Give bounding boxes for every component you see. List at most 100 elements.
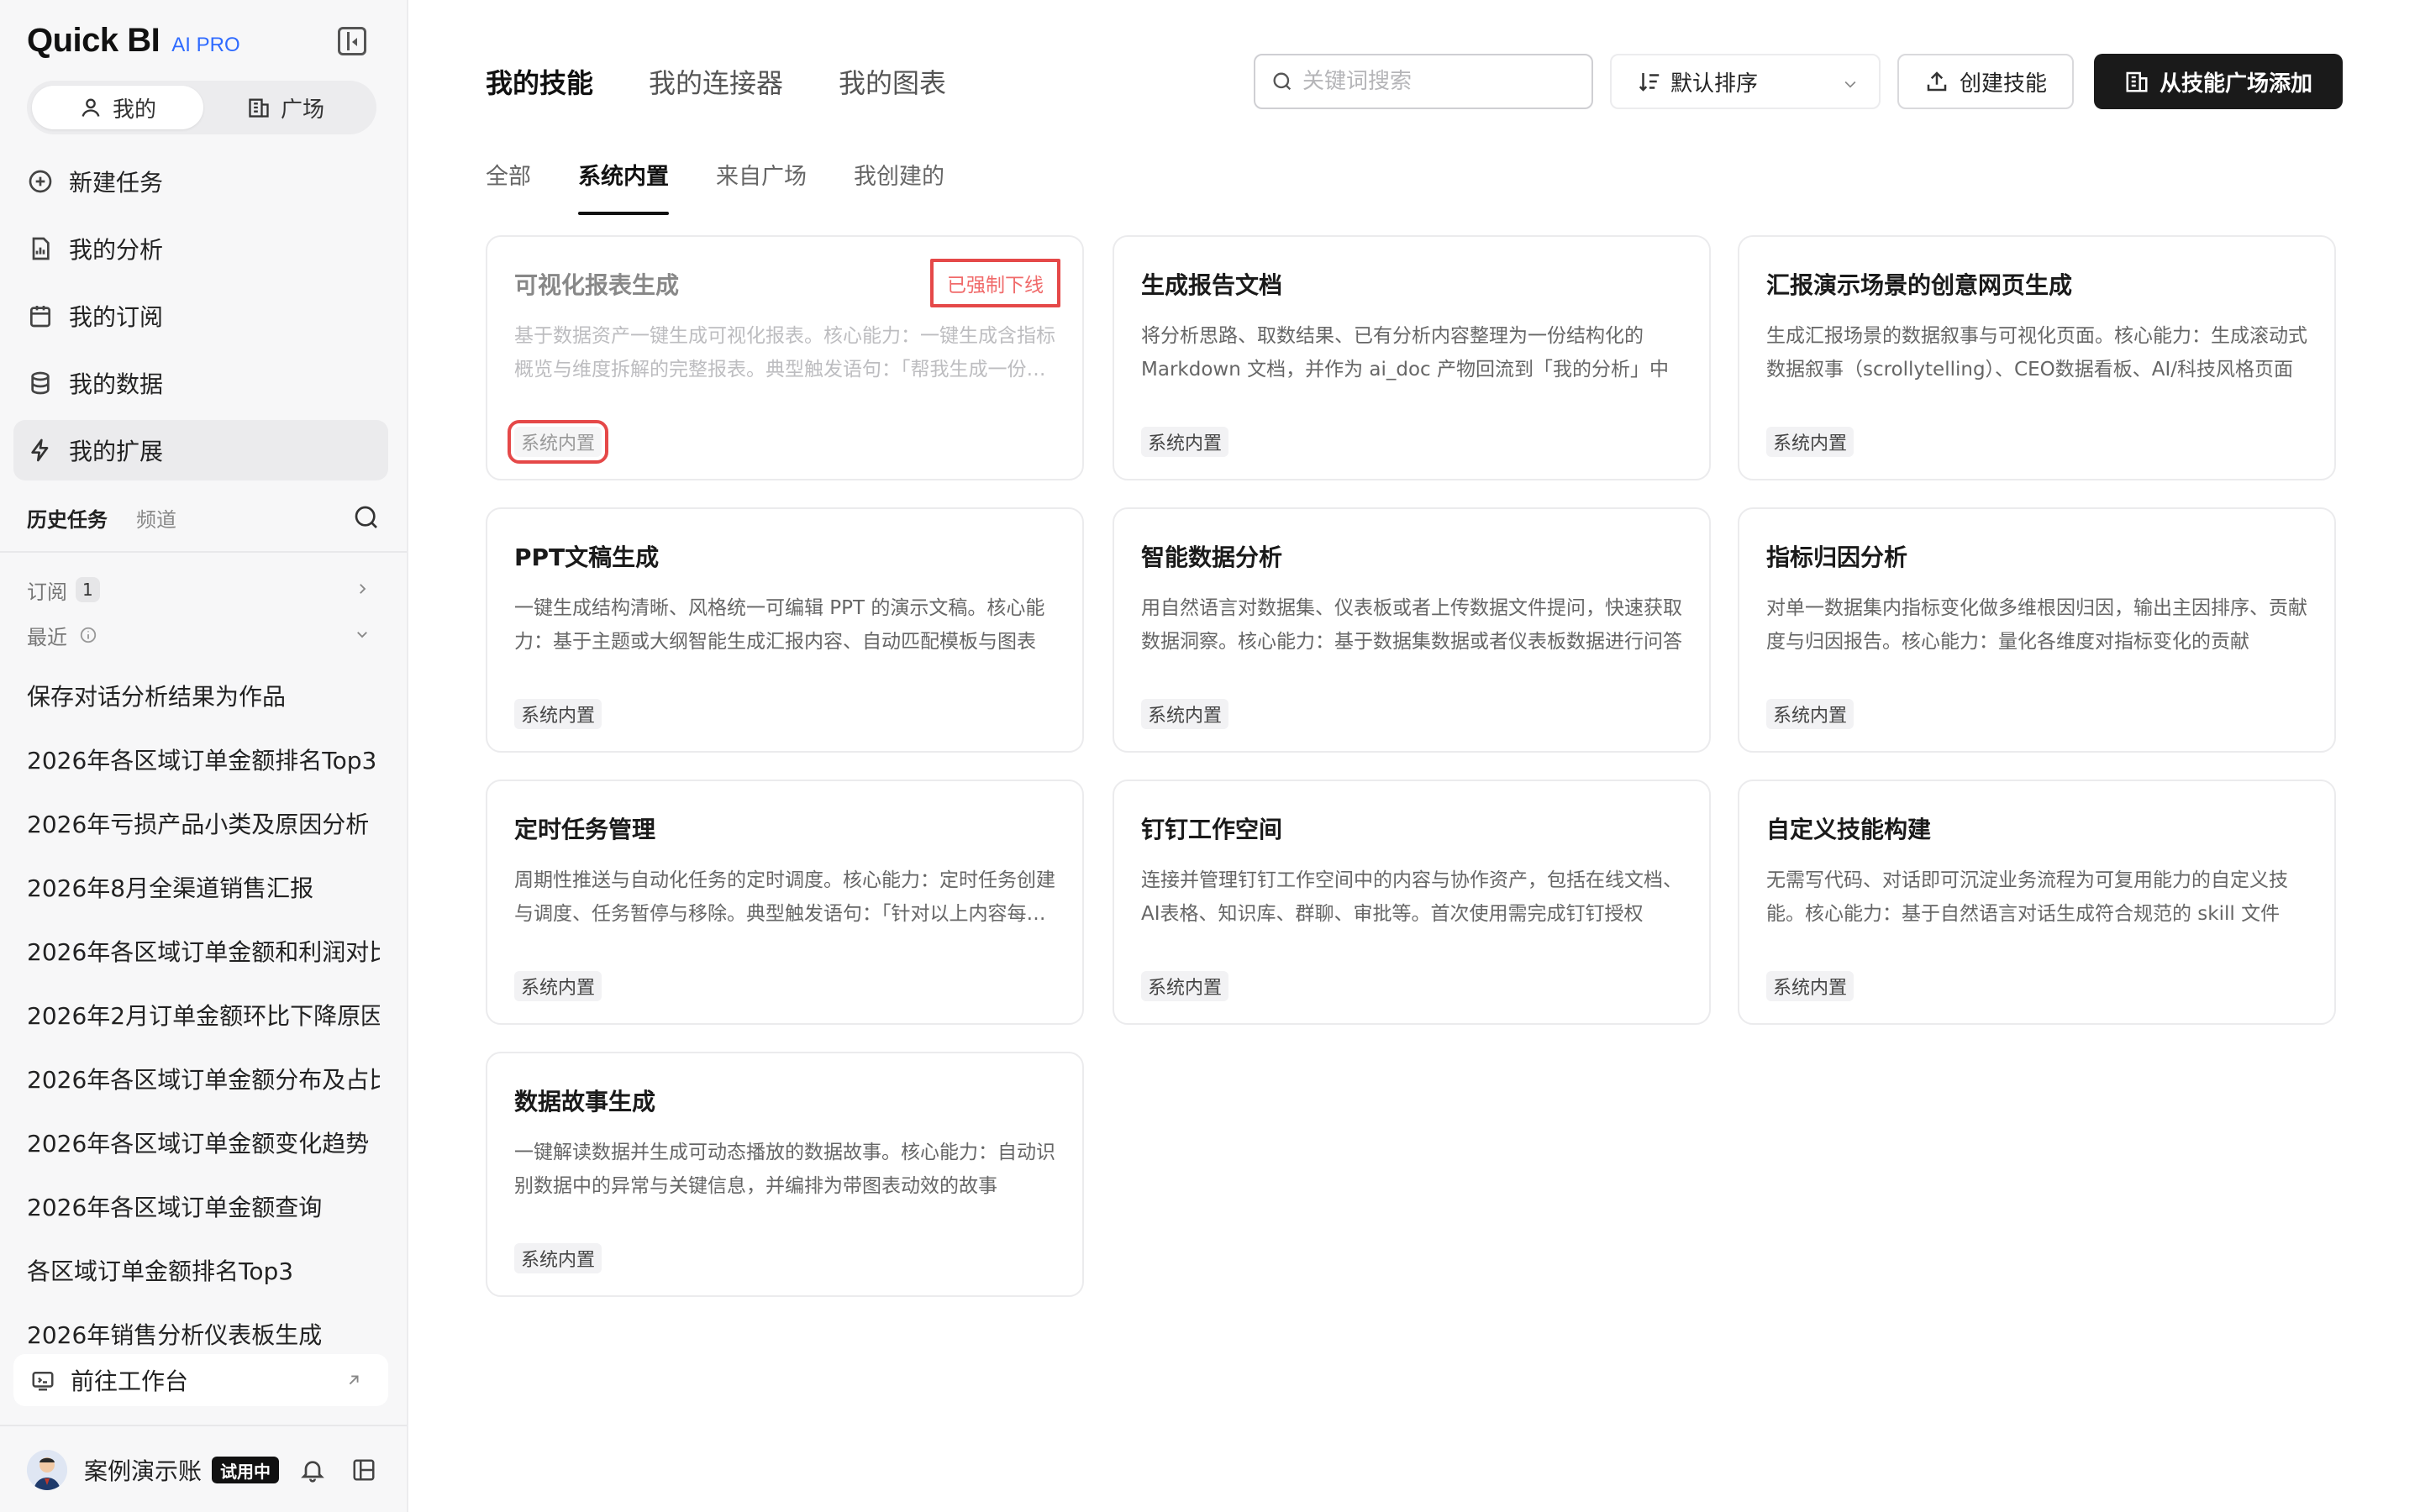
skill-card-tag: 系统内置 [514,1243,602,1273]
skill-card-description: 一键解读数据并生成可动态播放的数据故事。核心能力：自动识别数据中的异常与关键信息… [514,1142,1055,1197]
user-name[interactable]: 案例演示账号 [84,1453,202,1487]
tab-all[interactable]: 全部 [486,158,531,215]
list-item[interactable]: 2026年各区域订单金额和利润对比分析 [27,919,380,983]
skill-card-tag: 系统内置 [1141,427,1229,457]
skill-card[interactable]: 钉钉工作空间 连接并管理钉钉工作空间中的内容与协作资产，包括在线文档、AI表格、… [1113,780,1711,1025]
skill-card-description: 一键生成结构清晰、风格统一可编辑 PPT 的演示文稿。核心能力：基于主题或大纲智… [514,597,1045,653]
sidebar-item-new-task[interactable]: 新建任务 [13,151,388,212]
segment-square[interactable]: 广场 [200,86,371,129]
top-tabs: 我的技能 我的连接器 我的图表 [486,62,1002,101]
skill-card[interactable]: 定时任务管理 周期性推送与自动化任务的定时调度。核心能力：定时任务创建与调度、任… [486,780,1084,1025]
status-badge: 已强制下线 [930,259,1060,307]
recent-group[interactable]: 最近 [27,618,380,652]
brand-name: Quick BI [27,22,160,59]
search-input[interactable] [1302,69,1571,94]
skill-card-title: 定时任务管理 [514,816,656,843]
tab-system-builtin[interactable]: 系统内置 [578,158,669,215]
skill-card[interactable]: 生成报告文档 将分析思路、取数结果、已有分析内容整理为一份结构化的 Markdo… [1113,235,1711,480]
skill-card-title: 自定义技能构建 [1766,816,1932,843]
divider [0,1425,407,1426]
skill-card-tag: 系统内置 [1766,971,1854,1001]
list-item[interactable]: 2026年2月订单金额环比下降原因分析 [27,983,380,1047]
segment-square-label: 广场 [280,97,324,123]
tab-my-skills[interactable]: 我的技能 [486,62,593,101]
sort-select[interactable]: 默认排序 [1610,54,1881,109]
list-item[interactable]: 2026年8月全渠道销售汇报 [27,855,380,919]
search-icon [1273,72,1292,91]
report-icon [32,237,50,260]
subscription-label: 订阅 [27,580,67,604]
skill-card-title: 生成报告文档 [1141,271,1283,299]
divider [0,551,407,553]
goto-workbench-button[interactable]: 前往工作台 [13,1354,388,1406]
search-icon[interactable] [353,504,380,531]
bell-icon[interactable] [299,1457,326,1483]
skill-card[interactable]: 指标归因分析 对单一数据集内指标变化做多维根因归因，输出主因排序、贡献度与归因报… [1738,507,2336,753]
list-item[interactable]: 保存对话分析结果为作品 [27,664,380,727]
list-item[interactable]: 2026年各区域订单金额查询 [27,1174,380,1238]
skill-card[interactable]: PPT文稿生成 一键生成结构清晰、风格统一可编辑 PPT 的演示文稿。核心能力：… [486,507,1084,753]
plus-circle-icon [29,170,52,193]
subscription-count-badge: 1 [76,577,100,602]
subscription-group[interactable]: 订阅 1 [27,573,380,606]
tab-history-tasks[interactable]: 历史任务 [27,503,108,533]
brand-tag: AI PRO [171,34,240,56]
mine-square-switch: 我的 广场 [27,81,376,134]
avatar[interactable] [27,1450,67,1490]
sub-tabs: 全部 系统内置 来自广场 我创建的 [486,158,992,215]
sidebar-item-label: 我的扩展 [69,438,164,465]
skill-card-description: 生成汇报场景的数据叙事与可视化页面。核心能力：生成滚动式数据叙事（scrolly… [1766,325,2307,381]
building-icon [2126,71,2148,92]
skill-card[interactable]: 汇报演示场景的创意网页生成 生成汇报场景的数据叙事与可视化页面。核心能力：生成滚… [1738,235,2336,480]
skill-card-tag: 系统内置 [514,699,602,729]
brand-logo[interactable]: Quick BI AI PRO [27,22,240,62]
skill-card[interactable]: 自定义技能构建 无需写代码、对话即可沉淀业务流程为可复用能力的自定义技能。核心能… [1738,780,2336,1025]
tab-from-square[interactable]: 来自广场 [716,158,807,215]
main-content: 我的技能 我的连接器 我的图表 默认排序 创建技能 从技能广场添加 全部 系统内… [408,0,2420,1512]
list-item[interactable]: 2026年各区域订单金额分布及占比 [27,1047,380,1110]
skill-card-tag: 系统内置 [1766,427,1854,457]
user-bar: 案例演示账号 试用中 [27,1445,380,1495]
sidebar-item-my-analysis[interactable]: 我的分析 [13,218,388,279]
history-header: 历史任务 频道 [27,501,380,534]
sidebar-item-my-data[interactable]: 我的数据 [13,353,388,413]
list-item[interactable]: 2026年各区域订单金额排名Top3 [27,727,380,791]
tab-my-charts[interactable]: 我的图表 [839,62,946,101]
sort-icon [1639,73,1660,92]
skill-card[interactable]: 智能数据分析 用自然语言对数据集、仪表板或者上传数据文件提问，快速获取数据洞察。… [1113,507,1711,753]
skill-card-description: 将分析思路、取数结果、已有分析内容整理为一份结构化的 Markdown 文档，并… [1141,325,1670,381]
sidebar-item-my-subscription[interactable]: 我的订阅 [13,286,388,346]
create-skill-button[interactable]: 创建技能 [1897,54,2074,109]
trial-badge: 试用中 [212,1457,279,1483]
skill-card-description: 基于数据资产一键生成可视化报表。核心能力：一键生成含指标概览与维度拆解的完整报表… [514,325,1055,381]
tab-created-by-me[interactable]: 我创建的 [854,158,944,215]
tab-my-connectors[interactable]: 我的连接器 [649,62,783,101]
search-box [1254,54,1593,109]
recent-list: 保存对话分析结果为作品 2026年各区域订单金额排名Top3 2026年亏损产品… [27,664,380,1366]
skill-card[interactable]: 数据故事生成 一键解读数据并生成可动态播放的数据故事。核心能力：自动识别数据中的… [486,1052,1084,1297]
sidebar-item-label: 我的分析 [69,236,164,264]
skill-card-description: 连接并管理钉钉工作空间中的内容与协作资产，包括在线文档、AI表格、知识库、群聊、… [1141,869,1682,925]
layout-icon[interactable] [351,1457,376,1483]
recent-label: 最近 [27,625,67,649]
skill-card-title: 可视化报表生成 [514,271,680,299]
list-item[interactable]: 2026年亏损产品小类及原因分析 [27,791,380,855]
sidebar-item-my-extension[interactable]: 我的扩展 [13,420,388,480]
add-from-square-button[interactable]: 从技能广场添加 [2094,54,2343,109]
skill-card-description: 用自然语言对数据集、仪表板或者上传数据文件提问，快速获取数据洞察。核心能力：基于… [1141,597,1682,653]
workbench-icon [32,1372,54,1391]
upload-icon [1927,71,1947,92]
skill-card[interactable]: 可视化报表生成 已强制下线 基于数据资产一键生成可视化报表。核心能力：一键生成含… [486,235,1084,480]
calendar-icon [30,306,50,328]
chevron-down-icon [1844,81,1856,88]
sidebar-collapse-icon[interactable] [338,27,366,55]
segment-mine[interactable]: 我的 [32,86,203,129]
list-item[interactable]: 各区域订单金额排名Top3 [27,1238,380,1302]
sidebar: Quick BI AI PRO 我的 广场 新建任务 我的分析 我的订阅 我的数… [0,0,408,1512]
tab-channel[interactable]: 频道 [136,503,176,533]
skill-card-title: PPT文稿生成 [514,543,660,571]
database-icon [31,371,50,395]
info-icon [80,627,97,643]
list-item[interactable]: 2026年各区域订单金额变化趋势 [27,1110,380,1174]
sidebar-nav: 新建任务 我的分析 我的订阅 我的数据 我的扩展 [13,151,388,487]
